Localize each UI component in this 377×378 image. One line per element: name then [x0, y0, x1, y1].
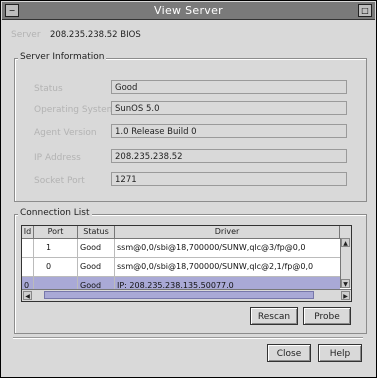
arrow-down-icon[interactable]: ▼ [341, 279, 350, 288]
maximize-icon[interactable]: □ [358, 4, 372, 17]
vertical-scrollbar[interactable]: ▲ ▼ [340, 238, 351, 288]
row-port-cell: 0 [34, 258, 78, 276]
horizontal-scrollbar[interactable]: ◀ ▶ [22, 289, 351, 301]
row-status-cell: Good [78, 258, 115, 276]
arrow-left-icon[interactable]: ◀ [23, 291, 32, 300]
ip-address-label: IP Address [34, 153, 81, 163]
horizontal-scroll-thumb[interactable] [44, 291, 314, 299]
table-header: Id Port Status Driver [22, 226, 351, 239]
column-header-driver[interactable]: Driver [115, 226, 340, 238]
table-row[interactable]: 1 Good ssm@0,0/sbi@18,700000/SUNW,qlc@3/… [22, 239, 340, 258]
close-button[interactable]: Close [267, 344, 311, 362]
row-driver-cell: ssm@0,0/sbi@18,700000/SUNW,qlc@3/fp@0,0 [117, 243, 306, 252]
column-header-id[interactable]: Id [22, 226, 34, 238]
operating-system-label: Operating System [34, 105, 116, 115]
row-port-cell: 1 [34, 239, 78, 257]
server-label: Server [11, 30, 41, 40]
table-row[interactable]: 0 Good ssm@0,0/sbi@18,700000/SUNW,qlc@2,… [22, 258, 340, 277]
title-bar[interactable]: − View Server □ [2, 2, 375, 20]
probe-button[interactable]: Probe [303, 307, 351, 325]
server-value: 208.235.238.52 BIOS [50, 30, 141, 40]
arrow-up-icon[interactable]: ▲ [341, 238, 350, 247]
rescan-button[interactable]: Rescan [250, 307, 298, 325]
separator [13, 337, 363, 339]
window-title: View Server [154, 4, 223, 17]
server-information-title: Server Information [18, 52, 107, 62]
view-server-window: − View Server □ Server 208.235.238.52 BI… [0, 0, 377, 378]
socket-port-label: Socket Port [34, 176, 85, 186]
row-status-cell: Good [78, 239, 115, 257]
socket-port-field: 1271 [111, 172, 347, 186]
row-id-cell [22, 239, 34, 257]
arrow-right-icon[interactable]: ▶ [341, 291, 350, 300]
status-field: Good [111, 80, 347, 94]
agent-version-label: Agent Version [34, 128, 97, 138]
agent-version-field: 1.0 Release Build 0 [111, 124, 347, 138]
connection-table[interactable]: Id Port Status Driver 1 Good ssm@0,0/sbi… [21, 225, 352, 302]
status-label: Status [34, 84, 63, 94]
connection-list-title: Connection List [18, 208, 92, 218]
row-id-cell [22, 258, 34, 276]
operating-system-field: SunOS 5.0 [111, 101, 347, 115]
help-button[interactable]: Help [318, 344, 362, 362]
column-header-port[interactable]: Port [34, 226, 78, 238]
column-header-status[interactable]: Status [78, 226, 115, 238]
row-driver-cell: ssm@0,0/sbi@18,700000/SUNW,qlc@2,1/fp@0,… [117, 262, 314, 271]
ip-address-field: 208.235.238.52 [111, 149, 347, 163]
